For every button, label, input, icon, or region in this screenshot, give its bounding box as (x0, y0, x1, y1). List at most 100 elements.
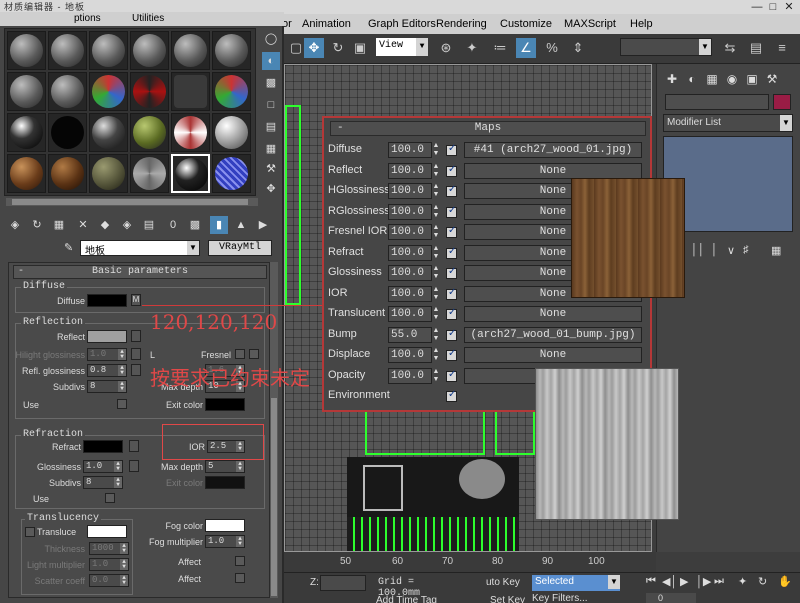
material-slot[interactable] (171, 72, 210, 111)
sample-slots-scrollbar[interactable] (6, 198, 258, 206)
refraction-subdivs-spinner[interactable]: 8 ▲ ▼ (83, 476, 123, 489)
light-multiplier-spinner[interactable]: 1.0 ▲ ▼ (89, 558, 129, 571)
configure-sets-icon[interactable]: ▦ (771, 244, 781, 257)
menu-item-utilities[interactable]: Utilities (132, 13, 164, 24)
map-enable-checkbox[interactable] (446, 287, 457, 300)
refraction-glossiness-map-button[interactable] (129, 460, 139, 472)
map-slot-button[interactable]: #41 (arch27_wood_01.jpg) (464, 142, 642, 158)
go-to-parent-icon[interactable]: ▲ (232, 216, 250, 234)
hierarchy-tab-icon[interactable]: ▦ (703, 70, 721, 88)
material-slot[interactable] (89, 154, 128, 193)
named-selection-dropdown[interactable]: ▼ (620, 38, 712, 56)
select-by-material-icon[interactable]: ✥ (262, 180, 280, 198)
refraction-glossiness-spinner[interactable]: 1.0 ▲ ▼ (83, 460, 123, 473)
diffuse-map-button[interactable]: M (131, 294, 141, 306)
create-tab-icon[interactable]: ✚ (663, 70, 681, 88)
display-tab-icon[interactable]: ▣ (743, 70, 761, 88)
spinner-arrows-icon[interactable]: ▲ ▼ (432, 327, 440, 343)
utilities-tab-icon[interactable]: ⚒ (763, 70, 781, 88)
put-to-scene-icon[interactable]: ↻ (28, 216, 46, 234)
material-slot[interactable] (212, 154, 251, 193)
material-slot[interactable] (7, 113, 46, 152)
object-color-swatch[interactable] (773, 94, 791, 110)
fresnel-checkbox[interactable] (235, 349, 245, 359)
spinner-arrows-icon[interactable]: ▲ ▼ (432, 245, 440, 261)
material-slot[interactable] (130, 154, 169, 193)
reflection-subdivs-spinner[interactable]: 8 ▲ ▼ (87, 380, 127, 393)
refl-glossiness-spinner[interactable]: 0.8 ▲ ▼ (87, 364, 127, 377)
affect-alpha-checkbox[interactable] (235, 573, 245, 583)
material-slot[interactable] (48, 72, 87, 111)
menu-item-animation[interactable]: Animation (302, 18, 351, 30)
remove-modifier-icon[interactable]: ♯ (743, 244, 749, 256)
time-slider-ruler[interactable]: 50 60 70 80 90 100 (284, 552, 656, 572)
material-slot[interactable] (7, 154, 46, 193)
material-slot[interactable] (48, 154, 87, 193)
map-enable-checkbox[interactable] (446, 225, 457, 238)
menu-item-help[interactable]: Help (630, 18, 653, 30)
fog-color-swatch[interactable] (205, 519, 245, 532)
go-forward-icon[interactable]: ▶ (254, 216, 272, 234)
refraction-max-depth-spinner[interactable]: 5 ▲ ▼ (205, 460, 245, 473)
map-amount-spinner[interactable]: 100.0 (388, 306, 432, 322)
pick-material-icon[interactable]: ✎ (64, 241, 78, 255)
hilight-glossiness-map-button[interactable] (131, 348, 141, 360)
modify-tab-icon[interactable]: ◐ (683, 70, 701, 88)
fog-multiplier-spinner[interactable]: 1.0 ▲ ▼ (205, 535, 245, 548)
spinner-arrows-icon[interactable]: ▲ ▼ (432, 163, 440, 179)
menu-item-customize[interactable]: Customize (500, 18, 552, 30)
scrollbar-thumb[interactable] (271, 398, 277, 596)
select-region-icon[interactable]: ▢ (286, 38, 306, 58)
map-amount-spinner[interactable]: 55.0 (388, 326, 432, 343)
map-enable-checkbox[interactable] (446, 143, 457, 156)
select-rotate-icon[interactable]: ↻ (328, 38, 348, 58)
menu-item-rendering[interactable]: Rendering (436, 18, 487, 30)
add-time-tag-button[interactable]: Add Time Tag (376, 595, 437, 603)
hilight-lock-button[interactable]: L (145, 350, 155, 360)
material-slot[interactable] (212, 72, 251, 111)
pan-icon[interactable]: ✋ (778, 575, 792, 588)
show-end-result-icon[interactable]: ▮ (210, 216, 228, 234)
spinner-arrows-icon[interactable]: ▲ ▼ (432, 368, 440, 384)
snap-toggle-icon[interactable]: ≔ (490, 38, 510, 58)
reference-coordinate-dropdown[interactable]: View ▼ (376, 38, 428, 56)
map-enable-checkbox[interactable] (446, 246, 457, 259)
reflection-use-checkbox[interactable] (117, 399, 127, 409)
map-amount-spinner[interactable]: 100.0 (388, 142, 432, 158)
reflection-exit-color-swatch[interactable] (205, 398, 245, 411)
map-enable-checkbox[interactable] (446, 369, 457, 382)
spinner-arrows-icon[interactable]: ▲ ▼ (120, 559, 128, 570)
backlight-icon[interactable]: ◐ (262, 52, 280, 70)
hilight-glossiness-spinner[interactable]: 1.0 ▲ ▼ (87, 348, 127, 361)
material-slot[interactable] (130, 72, 169, 111)
make-copy-icon[interactable]: ◆ (96, 216, 114, 234)
sample-type-icon[interactable]: ◯ (262, 30, 280, 48)
map-slot-button[interactable]: None (464, 162, 642, 179)
map-amount-spinner[interactable]: 100.0 (388, 162, 432, 179)
material-slot[interactable] (48, 31, 87, 70)
fresnel-lock-checkbox[interactable] (249, 349, 259, 359)
pin-stack-icon[interactable]: ││ (691, 244, 705, 256)
reflect-map-button[interactable] (131, 330, 141, 342)
material-slot[interactable] (171, 31, 210, 70)
map-amount-spinner[interactable]: 100.0 (388, 347, 432, 363)
mirror-icon[interactable]: ⇆ (720, 38, 740, 58)
object-name-field[interactable] (665, 94, 769, 110)
spinner-arrows-icon[interactable]: ▲ ▼ (114, 461, 122, 472)
map-slot-button[interactable]: None (464, 306, 642, 322)
map-amount-spinner[interactable]: 100.0 (388, 265, 432, 281)
map-slot-button[interactable]: None (464, 347, 642, 363)
map-slot-button[interactable]: (arch27_wood_01_bump.jpg) (464, 326, 642, 343)
spinner-arrows-icon[interactable]: ▲ ▼ (432, 183, 440, 199)
material-slot[interactable] (212, 113, 251, 152)
go-to-end-icon[interactable]: ⏭ (714, 575, 724, 588)
angle-snap-icon[interactable]: ∠ (516, 38, 536, 58)
map-amount-spinner[interactable]: 100.0 (388, 367, 432, 384)
material-name-field[interactable]: 地板 ▼ (80, 240, 200, 257)
get-material-icon[interactable]: ◈ (6, 216, 24, 234)
options-icon[interactable]: ⚒ (262, 160, 280, 178)
select-manipulate-icon[interactable]: ✦ (462, 38, 482, 58)
make-unique-icon[interactable]: ◈ (118, 216, 136, 234)
spinner-arrows-icon[interactable]: ▲ ▼ (118, 349, 126, 360)
material-slot[interactable] (89, 31, 128, 70)
